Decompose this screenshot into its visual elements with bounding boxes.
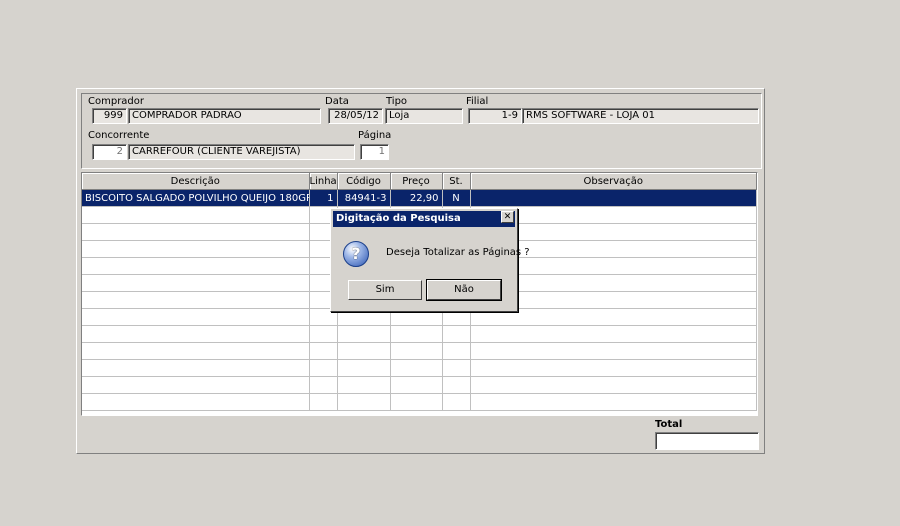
- table-row[interactable]: [82, 376, 757, 394]
- empty-cell[interactable]: [82, 359, 310, 377]
- empty-cell[interactable]: [337, 393, 391, 411]
- empty-cell[interactable]: [309, 325, 338, 343]
- nao-button[interactable]: Não: [426, 279, 502, 301]
- empty-cell[interactable]: [442, 393, 471, 411]
- empty-cell[interactable]: [390, 325, 443, 343]
- empty-cell[interactable]: [442, 376, 471, 394]
- pagina-field[interactable]: 1: [360, 144, 389, 160]
- empty-cell[interactable]: [390, 359, 443, 377]
- table-row[interactable]: [82, 393, 757, 411]
- col-observacao[interactable]: Observação: [470, 173, 757, 190]
- header-groupbox: Comprador 999 COMPRADOR PADRAO Data 28/0…: [81, 93, 762, 169]
- comprador-code-field[interactable]: 999: [92, 108, 127, 124]
- tipo-label: Tipo: [386, 96, 408, 107]
- comprador-name-field[interactable]: COMPRADOR PADRAO: [128, 108, 321, 124]
- table-row[interactable]: BISCOITO SALGADO POLVILHO QUEIJO 180GR 1…: [82, 189, 757, 207]
- pagina-label: Página: [358, 130, 392, 141]
- cell-codigo[interactable]: 84941-3: [337, 189, 391, 207]
- empty-cell[interactable]: [82, 376, 310, 394]
- filial-label: Filial: [466, 96, 489, 107]
- empty-cell[interactable]: [82, 274, 310, 292]
- dialog-message: Deseja Totalizar as Páginas ?: [386, 247, 530, 258]
- empty-cell[interactable]: [470, 325, 757, 343]
- empty-cell[interactable]: [470, 359, 757, 377]
- empty-cell[interactable]: [82, 206, 310, 224]
- empty-cell[interactable]: [337, 376, 391, 394]
- empty-cell[interactable]: [442, 359, 471, 377]
- data-field[interactable]: 28/05/12: [328, 108, 383, 124]
- empty-cell[interactable]: [82, 240, 310, 258]
- cell-preco[interactable]: 22,90: [390, 189, 443, 207]
- col-preco[interactable]: Preço: [390, 173, 443, 190]
- concorrente-label: Concorrente: [88, 130, 150, 141]
- concorrente-name-field[interactable]: CARREFOUR (CLIENTE VAREJISTA): [128, 144, 355, 160]
- empty-cell[interactable]: [309, 393, 338, 411]
- empty-cell[interactable]: [470, 342, 757, 360]
- empty-cell[interactable]: [390, 376, 443, 394]
- empty-cell[interactable]: [82, 393, 310, 411]
- close-icon[interactable]: ✕: [501, 211, 514, 223]
- filial-code-field[interactable]: 1-9: [468, 108, 522, 124]
- concorrente-code-field[interactable]: 2: [92, 144, 127, 160]
- empty-cell[interactable]: [82, 257, 310, 275]
- empty-cell[interactable]: [82, 291, 310, 309]
- empty-cell[interactable]: [82, 308, 310, 326]
- tipo-field[interactable]: Loja: [385, 108, 463, 124]
- empty-cell[interactable]: [337, 359, 391, 377]
- empty-cell[interactable]: [309, 342, 338, 360]
- empty-cell[interactable]: [309, 359, 338, 377]
- col-linha[interactable]: Linha: [309, 173, 338, 190]
- desktop: { "header": { "comprador": { "label": "C…: [0, 0, 900, 526]
- cell-observacao[interactable]: [470, 189, 757, 207]
- empty-cell[interactable]: [390, 393, 443, 411]
- col-codigo[interactable]: Código: [337, 173, 391, 190]
- empty-cell[interactable]: [82, 223, 310, 241]
- empty-cell[interactable]: [470, 393, 757, 411]
- empty-cell[interactable]: [337, 325, 391, 343]
- cell-st[interactable]: N: [442, 189, 471, 207]
- table-row[interactable]: [82, 342, 757, 360]
- total-field[interactable]: [655, 432, 759, 450]
- comprador-label: Comprador: [88, 96, 145, 107]
- total-label: Total: [655, 419, 683, 430]
- empty-cell[interactable]: [82, 342, 310, 360]
- question-icon: ?: [343, 241, 369, 267]
- filial-name-field[interactable]: RMS SOFTWARE - LOJA 01: [522, 108, 759, 124]
- grid-header-row: Descrição Linha Código Preço St. Observa…: [82, 173, 757, 190]
- data-label: Data: [325, 96, 349, 107]
- cell-descricao[interactable]: BISCOITO SALGADO POLVILHO QUEIJO 180GR: [82, 189, 310, 207]
- table-row[interactable]: [82, 359, 757, 377]
- empty-cell[interactable]: [337, 342, 391, 360]
- confirm-dialog: Digitação da Pesquisa ✕ ? Deseja Totaliz…: [330, 208, 530, 312]
- cell-linha[interactable]: 1: [309, 189, 338, 207]
- table-row[interactable]: [82, 325, 757, 343]
- empty-cell[interactable]: [309, 376, 338, 394]
- empty-cell[interactable]: [470, 376, 757, 394]
- empty-cell[interactable]: [442, 325, 471, 343]
- dialog-title: Digitação da Pesquisa: [333, 211, 515, 227]
- sim-button[interactable]: Sim: [348, 280, 422, 300]
- empty-cell[interactable]: [390, 342, 443, 360]
- empty-cell[interactable]: [82, 325, 310, 343]
- col-descricao[interactable]: Descrição: [82, 173, 310, 190]
- empty-cell[interactable]: [442, 342, 471, 360]
- col-st[interactable]: St.: [442, 173, 471, 190]
